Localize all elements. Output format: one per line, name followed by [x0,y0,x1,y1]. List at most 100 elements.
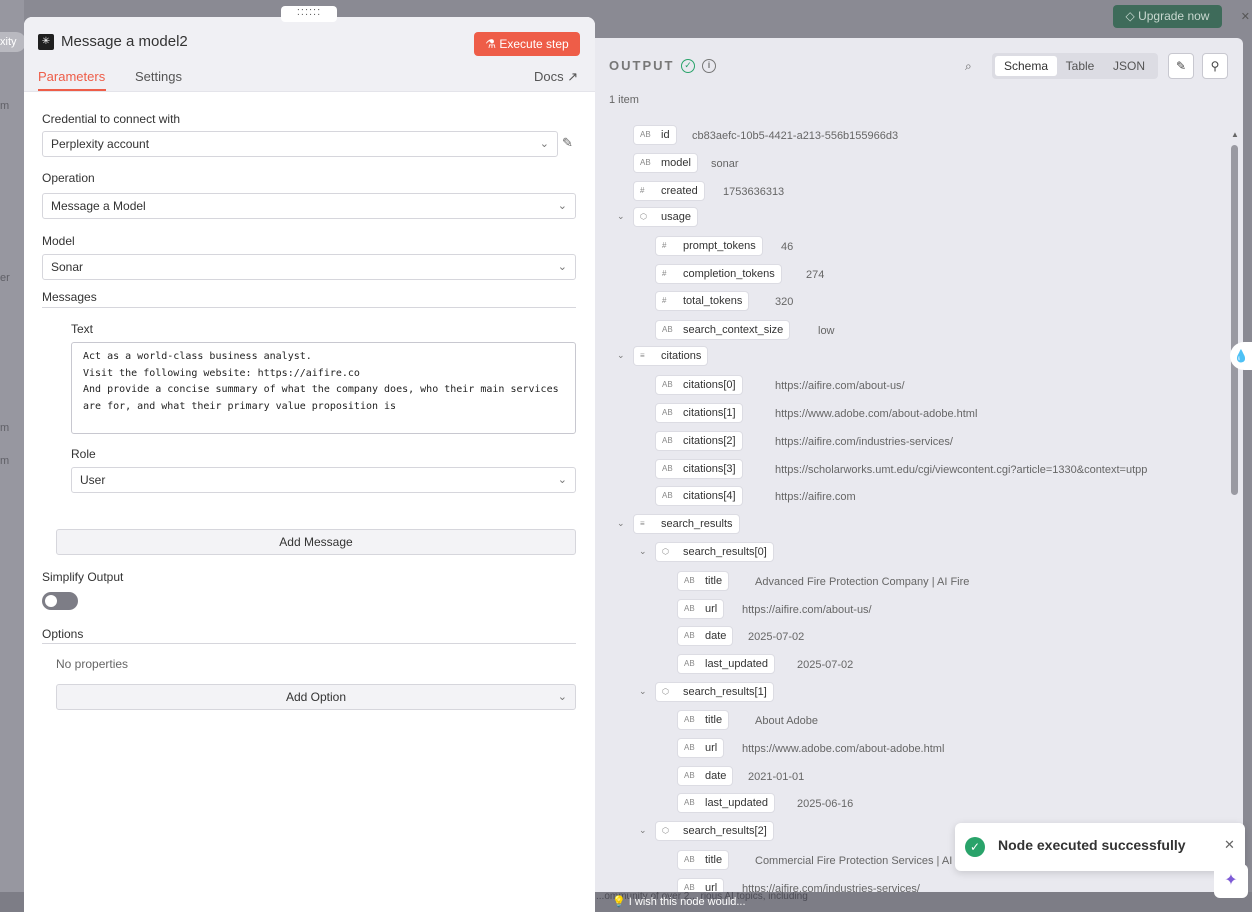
node-title[interactable]: Message a model2 [61,33,188,50]
field-key-pill[interactable]: AB url [677,738,725,758]
model-label: Model [42,234,75,248]
pin-data-button[interactable]: ⚲ [1202,53,1228,79]
object-type-icon: ⬡ [662,687,669,696]
edit-credential-icon[interactable]: ✎ [562,135,573,151]
field-key-pill[interactable]: AB citations[0] [655,375,743,395]
number-type-icon: # [662,269,667,278]
number-type-icon: # [640,186,645,195]
field-key: search_results [661,518,733,530]
scroll-up-icon[interactable]: ▲ [1231,130,1239,139]
field-key: search_context_size [683,324,784,336]
success-toast: ✓ Node executed successfully ✕ [955,823,1245,871]
field-key-pill[interactable]: AB citations[3] [655,459,743,479]
model-select[interactable]: Sonar ⌄ [42,254,576,280]
tab-settings[interactable]: Settings [135,69,182,84]
field-key-pill[interactable]: # prompt_tokens [655,236,763,256]
field-key: citations[2] [683,435,736,447]
field-key-pill[interactable]: ≡ citations [633,346,709,366]
object-type-icon: ⬡ [662,826,669,835]
string-type-icon: AB [684,631,695,640]
chevron-down-icon[interactable]: ⌄ [639,546,647,557]
field-key: prompt_tokens [683,240,756,252]
scrollbar[interactable]: ▲ [1231,130,1239,890]
field-key-pill[interactable]: ⬡ usage [633,207,698,227]
field-key: completion_tokens [683,268,775,280]
field-key-pill[interactable]: AB search_context_size [655,320,791,340]
field-key-pill[interactable]: AB title [677,571,730,591]
chevron-down-icon[interactable]: ⌄ [617,211,625,222]
field-key-pill[interactable]: # total_tokens [655,291,750,311]
chevron-down-icon: ⌄ [557,200,567,212]
field-key-pill[interactable]: AB url [677,878,725,892]
field-key: search_results[1] [683,686,767,698]
add-option-button[interactable]: Add Option ⌄ [56,684,576,710]
upgrade-button[interactable]: ◇ Upgrade now [1113,5,1222,28]
role-select[interactable]: User ⌄ [71,467,576,493]
field-value: 46 [781,241,794,253]
field-key-pill[interactable]: AB citations[4] [655,486,743,506]
field-key-pill[interactable]: AB url [677,599,725,619]
view-mode-toggle: Schema Table JSON [992,53,1158,79]
simplify-output-toggle[interactable] [42,592,78,610]
field-key-pill[interactable]: ≡ search_results [633,514,740,534]
field-key-pill[interactable]: AB date [677,626,734,646]
field-key-pill[interactable]: AB citations[1] [655,403,743,423]
field-key-pill[interactable]: ⬡ search_results[1] [655,682,774,702]
field-key: citations[0] [683,379,736,391]
field-key-pill[interactable]: AB last_updated [677,654,775,674]
field-key: created [661,185,698,197]
execute-step-button[interactable]: ⚗ Execute step [474,32,580,56]
field-key-pill[interactable]: AB citations[2] [655,431,743,451]
check-circle-icon: ✓ [965,837,985,857]
chevron-down-icon[interactable]: ⌄ [617,350,625,361]
string-type-icon: AB [640,158,651,167]
field-key-pill[interactable]: AB last_updated [677,793,775,813]
close-icon[interactable]: ✕ [1224,837,1235,853]
tab-parameters[interactable]: Parameters [38,69,105,84]
message-text-area[interactable]: Act as a world-class business analyst. V… [71,342,576,434]
info-icon[interactable]: i [702,59,716,73]
close-icon[interactable]: ✕ [1241,10,1250,23]
field-value: https://aifire.com [775,491,856,503]
diamond-icon: ◇ [1125,9,1139,23]
field-key-pill[interactable]: AB model [633,153,698,173]
field-value: https://scholarworks.umt.edu/cgi/viewcon… [775,464,1148,476]
edit-output-button[interactable]: ✎ [1168,53,1194,79]
search-icon[interactable]: ⌕ [965,59,972,74]
drag-handle[interactable]: :::::: [281,6,337,22]
operation-select[interactable]: Message a Model ⌄ [42,193,576,219]
scroll-thumb[interactable] [1231,145,1238,495]
node-parameters-panel: ✳ Message a model2 ⚗ Execute step Parame… [24,17,595,912]
add-message-button[interactable]: Add Message [56,529,576,555]
field-key-pill[interactable]: AB title [677,850,730,870]
field-value: Advanced Fire Protection Company | AI Fi… [755,576,970,588]
chevron-down-icon: ⌄ [557,261,567,273]
string-type-icon: AB [684,604,695,613]
field-key-pill[interactable]: AB title [677,710,730,730]
active-tab-indicator [38,89,106,91]
drop-icon[interactable]: 💧 [1230,342,1252,370]
field-key-pill[interactable]: # completion_tokens [655,264,782,284]
field-key: title [705,575,723,587]
field-key-pill[interactable]: ⬡ search_results[0] [655,542,774,562]
string-type-icon: AB [684,855,695,864]
field-key-pill[interactable]: AB date [677,766,734,786]
field-key-pill[interactable]: ⬡ search_results[2] [655,821,774,841]
chevron-down-icon[interactable]: ⌄ [639,825,647,836]
feedback-prompt[interactable]: 💡 I wish this node would... [612,894,746,910]
view-table-button[interactable]: Table [1062,56,1098,76]
view-json-button[interactable]: JSON [1107,56,1151,76]
chevron-down-icon[interactable]: ⌄ [639,686,647,697]
chevron-down-icon: ⌄ [557,474,567,486]
docs-link[interactable]: Docs ↗ [534,69,578,85]
chevron-down-icon[interactable]: ⌄ [617,518,625,529]
field-value: https://aifire.com/industries-services/ [742,883,920,892]
field-key: id [661,129,670,141]
view-schema-button[interactable]: Schema [995,56,1057,76]
field-key-pill[interactable]: AB id [633,125,677,145]
field-key: model [661,157,691,169]
field-key-pill[interactable]: # created [633,181,705,201]
lightbulb-icon: 💡 [612,896,629,908]
credential-select[interactable]: Perplexity account ⌄ [42,131,558,157]
ai-assistant-button[interactable]: ✦ [1214,864,1248,898]
